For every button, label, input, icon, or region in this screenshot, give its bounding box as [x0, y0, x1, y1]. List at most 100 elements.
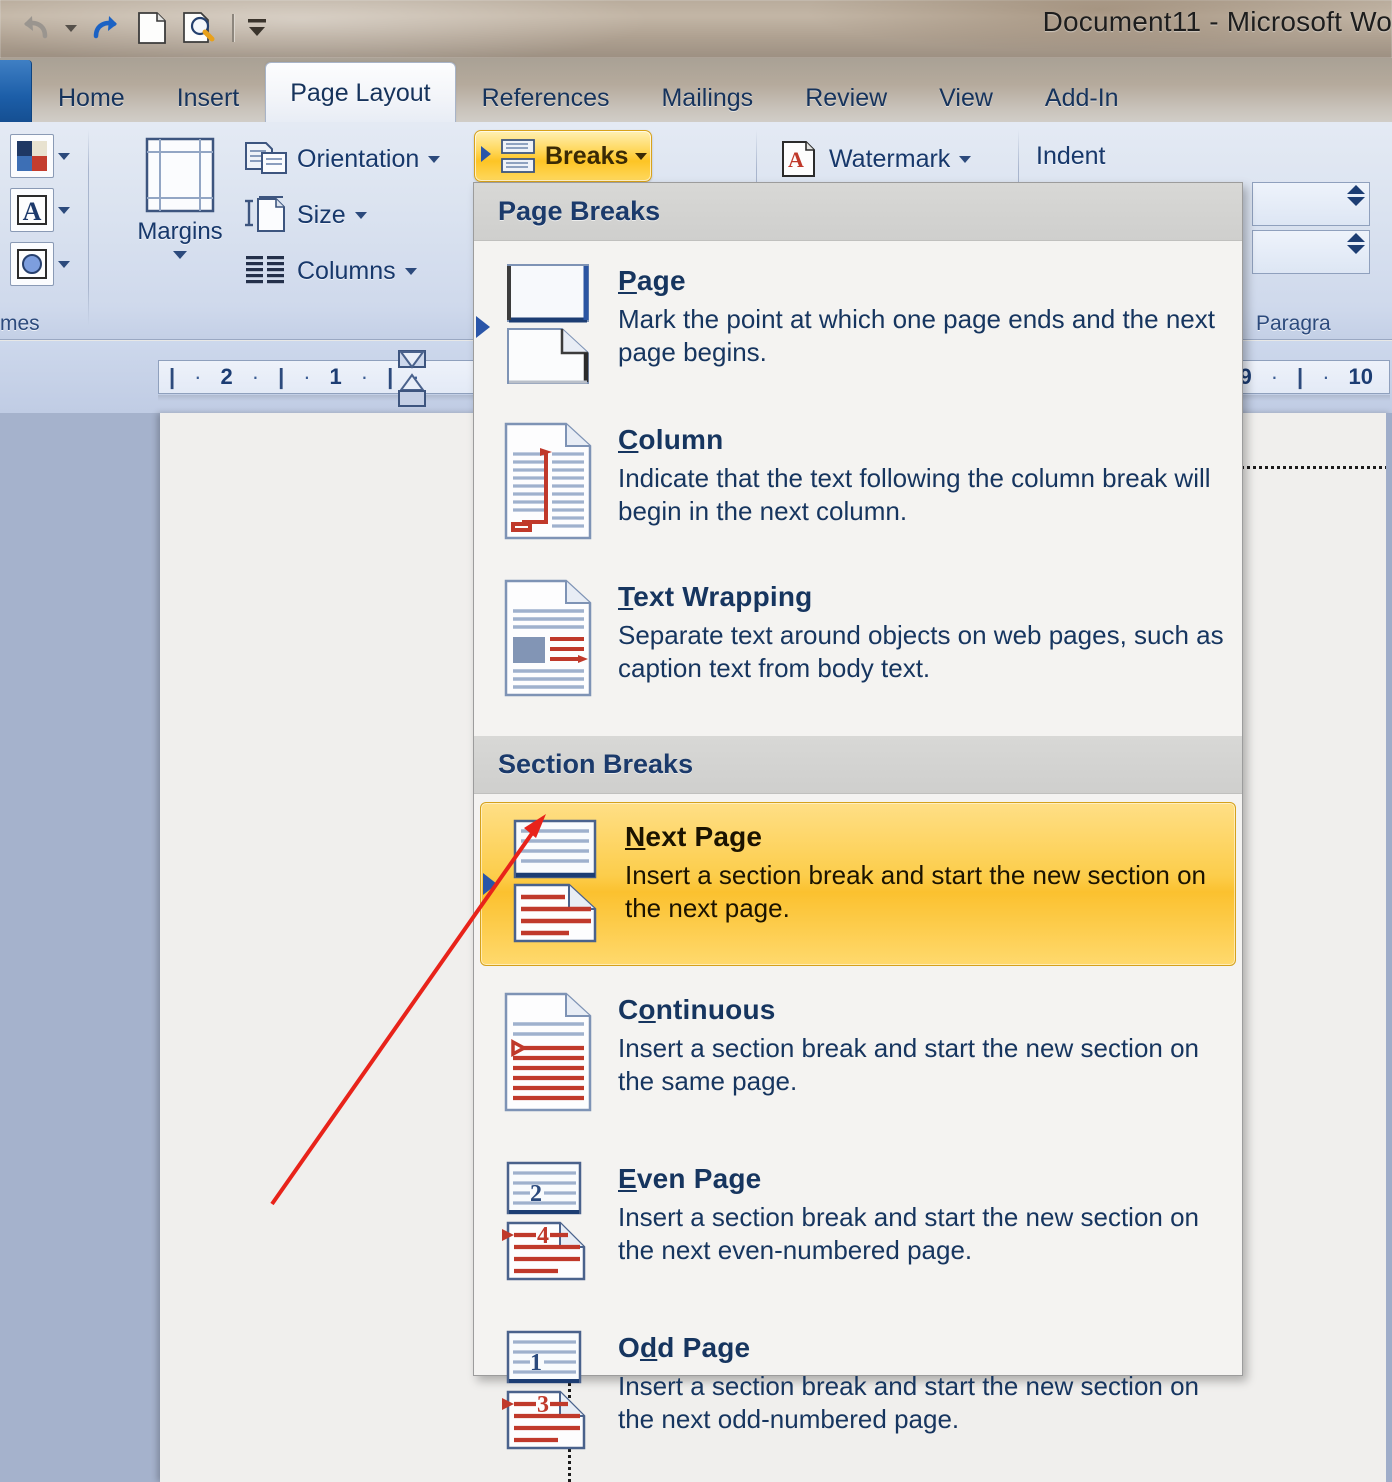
indent-left-stepper[interactable] [1252, 182, 1370, 226]
ribbon-group-themes: A mes [0, 122, 86, 340]
menu-item-title: Continuous [618, 994, 776, 1025]
next-page-break-icon [483, 819, 607, 949]
breaks-dropdown-menu: Page Breaks Page Mark the point at which… [473, 182, 1243, 1450]
orientation-icon [245, 142, 287, 174]
margins-icon [145, 137, 215, 213]
chevron-down-icon [58, 152, 70, 160]
menu-item-desc: Insert a section break and start the new… [625, 860, 1207, 924]
menu-item-continuous[interactable]: Continuous Insert a section break and st… [474, 976, 1242, 1135]
size-button[interactable]: Size [238, 190, 373, 240]
menu-item-title: Column [618, 424, 724, 455]
chevron-down-icon [404, 267, 417, 275]
menu-item-text: Even Page Insert a section break and sta… [618, 1161, 1224, 1288]
window-title: Document11 - Microsoft Wo [1042, 6, 1392, 37]
menu-item-desc: Insert a section break and start the new… [618, 1202, 1200, 1266]
menu-item-page[interactable]: Page Mark the point at which one page en… [474, 241, 1242, 406]
stepper-arrows[interactable] [1347, 233, 1365, 254]
tab-review[interactable]: Review [779, 72, 913, 124]
size-label: Size [297, 200, 346, 229]
ruler-tick: · [303, 364, 311, 389]
file-tab[interactable] [0, 60, 32, 122]
orientation-label: Orientation [297, 144, 420, 173]
menu-item-desc: Separate text around objects on web page… [618, 620, 1224, 684]
tab-page-layout[interactable]: Page Layout [265, 62, 456, 124]
ruler-tick: | [1297, 364, 1304, 389]
menu-item-next-page[interactable]: Next Page Insert a section break and sta… [480, 802, 1236, 966]
text-wrapping-break-icon [500, 579, 600, 704]
watermark-label: Watermark [829, 144, 951, 173]
menu-item-text: Continuous Insert a section break and st… [618, 992, 1224, 1119]
new-document-icon[interactable] [130, 6, 174, 50]
indent-marker[interactable] [396, 350, 428, 408]
breaks-button[interactable]: Breaks [474, 130, 652, 182]
group-divider [88, 130, 89, 326]
watermark-button[interactable]: A Watermark [774, 134, 977, 184]
chevron-down-icon [354, 211, 367, 219]
menu-item-desc: Insert a section break and start the new… [618, 1371, 1200, 1435]
qat-separator [222, 6, 244, 50]
menu-item-title: Page [618, 265, 686, 296]
menu-item-desc: Indicate that the text following the col… [618, 463, 1211, 527]
scrollbar-track[interactable] [1386, 413, 1392, 1482]
columns-icon [246, 256, 284, 284]
watermark-icon: A [782, 141, 815, 177]
stepper-down-icon[interactable] [1347, 197, 1365, 206]
theme-fonts-button[interactable]: A [10, 188, 70, 232]
tab-view[interactable]: View [913, 72, 1019, 124]
tab-page-layout-label: Page Layout [290, 79, 431, 107]
theme-colors-button[interactable] [10, 134, 70, 178]
columns-label: Columns [297, 256, 396, 285]
chevron-down-icon [635, 152, 648, 160]
tab-add-ins[interactable]: Add-In [1019, 72, 1145, 124]
tab-view-label: View [939, 83, 993, 112]
continuous-break-icon [500, 992, 600, 1119]
menu-item-title: Odd Page [618, 1332, 751, 1363]
menu-item-desc: Insert a section break and start the new… [618, 1033, 1200, 1097]
print-preview-icon[interactable] [176, 6, 220, 50]
tab-insert[interactable]: Insert [151, 72, 266, 124]
menu-item-text: Odd Page Insert a section break and star… [618, 1330, 1224, 1457]
tab-references[interactable]: References [456, 72, 636, 124]
tab-home-label: Home [58, 83, 125, 112]
breaks-marker-icon [481, 146, 491, 166]
undo-icon[interactable] [14, 6, 58, 50]
margins-label: Margins [137, 218, 223, 245]
orientation-button[interactable]: Orientation [238, 134, 446, 184]
chevron-down-icon [959, 155, 972, 163]
customize-qat-icon[interactable] [246, 6, 268, 50]
ruler-tick: · [251, 364, 260, 389]
menu-item-column[interactable]: Column Indicate that the text following … [474, 406, 1242, 563]
columns-button[interactable]: Columns [238, 246, 423, 296]
menu-item-text: Next Page Insert a section break and sta… [625, 819, 1217, 949]
stepper-down-icon[interactable] [1347, 245, 1365, 254]
chevron-down-icon [428, 155, 441, 163]
stepper-up-icon[interactable] [1347, 233, 1365, 242]
breaks-label: Breaks [545, 141, 629, 170]
word-window: Document11 - Microsoft Wo Home Insert Pa… [0, 0, 1392, 1482]
tab-references-label: References [481, 83, 610, 112]
ruler-tick: · [1322, 364, 1330, 389]
stepper-up-icon[interactable] [1347, 185, 1365, 194]
even-page-break-icon: 2 4 [500, 1161, 600, 1288]
redo-icon[interactable] [84, 6, 128, 50]
menu-item-odd-page[interactable]: 1 3 Odd Page Insert a section break and … [474, 1314, 1242, 1473]
letter-a-icon: A [10, 188, 54, 232]
menu-item-even-page[interactable]: 2 4 Even Page Insert a section break and… [474, 1145, 1242, 1304]
tab-review-label: Review [805, 83, 888, 112]
tab-mailings[interactable]: Mailings [635, 72, 779, 124]
undo-dropdown-icon[interactable] [60, 6, 82, 50]
stepper-arrows[interactable] [1347, 185, 1365, 206]
selection-marker-icon [483, 873, 497, 895]
menu-section-header-page-breaks: Page Breaks [474, 183, 1242, 241]
tab-home[interactable]: Home [32, 72, 151, 124]
ruler-tick: · [1270, 364, 1279, 389]
svg-text:A: A [788, 147, 804, 172]
page-break-icon [476, 263, 600, 390]
menu-item-text: Page Mark the point at which one page en… [618, 263, 1224, 390]
size-icon [245, 196, 285, 232]
menu-item-text-wrapping[interactable]: Text Wrapping Separate text around objec… [474, 563, 1242, 720]
ribbon-group-themes-label: mes [0, 312, 40, 335]
margins-button[interactable]: Margins [120, 136, 240, 259]
theme-effects-button[interactable] [10, 242, 70, 286]
indent-right-stepper[interactable] [1252, 230, 1370, 274]
